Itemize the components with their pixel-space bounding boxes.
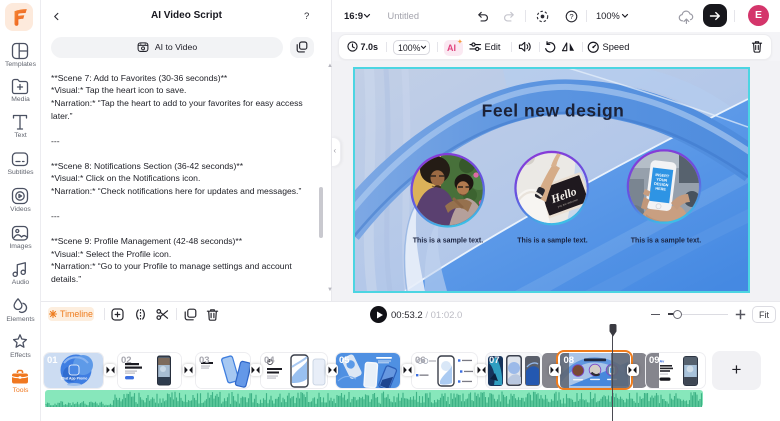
svg-text:?: ? bbox=[569, 12, 573, 21]
svg-text:Feel new design: Feel new design bbox=[482, 100, 625, 120]
svg-text:This is a sample text.: This is a sample text. bbox=[517, 238, 587, 245]
svg-text:This is a sample text.: This is a sample text. bbox=[413, 238, 483, 245]
svg-text:Chat App Promo: Chat App Promo bbox=[61, 376, 88, 380]
svg-text:This is a sample text.: This is a sample text. bbox=[631, 238, 701, 245]
